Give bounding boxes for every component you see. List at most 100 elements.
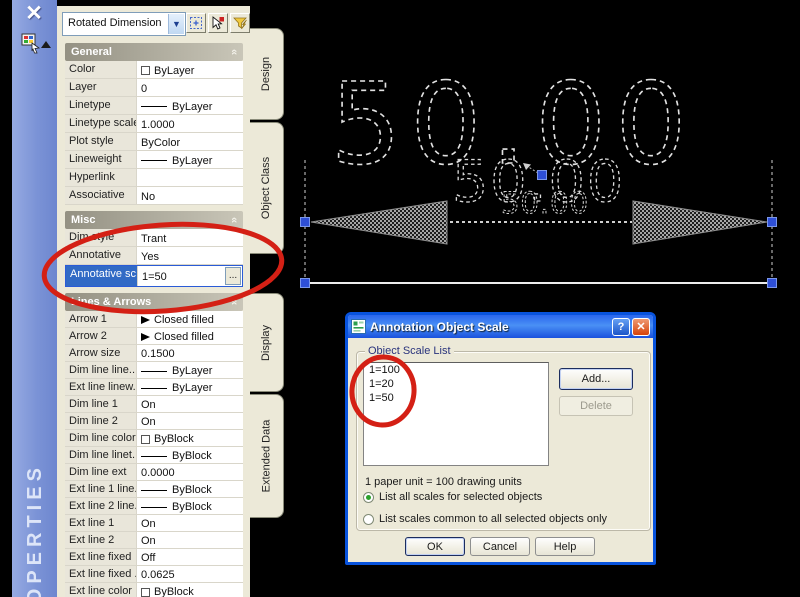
tab-extended-data[interactable]: Extended Data	[250, 394, 284, 518]
scale-list-item[interactable]: 1=20	[364, 377, 548, 391]
radio-unselected-icon[interactable]	[363, 513, 374, 525]
property-row[interactable]: Ext line fixed Off	[65, 549, 243, 566]
radio-list-all-scales[interactable]: List all scales for selected objects	[363, 491, 542, 503]
grip-origin-left[interactable]	[300, 278, 310, 288]
property-value[interactable]: Closed filled	[137, 328, 243, 344]
property-row[interactable]: Hyperlink	[65, 169, 243, 187]
property-row[interactable]: Ext line linew... ByLayer	[65, 379, 243, 396]
dialog-close-button[interactable]: ✕	[632, 317, 650, 336]
ok-button[interactable]: OK	[405, 537, 465, 556]
tab-object-class[interactable]: Object Class	[250, 122, 284, 254]
toggle-pickadd-button[interactable]	[186, 13, 206, 33]
dimension-arrowhead-right[interactable]	[632, 200, 768, 245]
dimension-arrowhead-left[interactable]	[310, 200, 448, 245]
property-row[interactable]: Dim line 1 On	[65, 396, 243, 413]
cancel-button[interactable]: Cancel	[470, 537, 530, 556]
property-value[interactable]: Trant	[137, 229, 243, 246]
scale-list-item[interactable]: 1=50	[364, 391, 548, 405]
property-row[interactable]: Annotative sc... 1=50...	[65, 265, 243, 287]
property-row[interactable]: Ext line 1 On	[65, 515, 243, 532]
property-row[interactable]: Arrow 1 Closed filled	[65, 311, 243, 328]
property-value[interactable]: 0.0000	[137, 464, 243, 480]
property-value[interactable]: ByBlock	[137, 430, 243, 446]
property-value[interactable]: Closed filled	[137, 311, 243, 327]
select-objects-button[interactable]	[208, 13, 228, 33]
property-row[interactable]: Color ByLayer	[65, 61, 243, 79]
add-button[interactable]: Add...	[559, 368, 633, 390]
property-row[interactable]: Layer 0	[65, 79, 243, 97]
scale-list-item[interactable]: 1=100	[364, 363, 548, 377]
help-button[interactable]: Help	[535, 537, 595, 556]
property-value[interactable]	[137, 169, 243, 186]
tab-design[interactable]: Design	[250, 28, 284, 120]
property-value[interactable]: ByBlock	[137, 447, 243, 463]
collapse-chevron-icon[interactable]: «	[225, 299, 243, 305]
tab-display[interactable]: Display	[250, 293, 284, 392]
property-row[interactable]: Ext line color ByBlock	[65, 583, 243, 597]
property-row[interactable]: Arrow 2 Closed filled	[65, 328, 243, 345]
radio-list-common-scales[interactable]: List scales common to all selected objec…	[363, 513, 607, 525]
property-row[interactable]: Annotative Yes	[65, 247, 243, 265]
property-row[interactable]: Dim line line... ByLayer	[65, 362, 243, 379]
collapse-chevron-icon[interactable]: «	[225, 217, 243, 223]
property-row[interactable]: Arrow size 0.1500	[65, 345, 243, 362]
dialog-help-button[interactable]: ?	[612, 317, 630, 336]
property-value[interactable]: On	[137, 532, 243, 548]
property-row[interactable]: Dim style Trant	[65, 229, 243, 247]
property-row[interactable]: Ext line 2 On	[65, 532, 243, 549]
property-row[interactable]: Associative No	[65, 187, 243, 205]
property-value[interactable]: ByLayer	[137, 362, 243, 378]
property-value[interactable]: ByLayer	[137, 97, 243, 114]
grip-text-center[interactable]	[537, 170, 547, 180]
delete-button[interactable]: Delete	[559, 396, 633, 416]
property-row[interactable]: Plot style ByColor	[65, 133, 243, 151]
property-row[interactable]: Dim line color ByBlock	[65, 430, 243, 447]
property-value[interactable]: ByLayer	[137, 151, 243, 168]
property-value[interactable]: 0.1500	[137, 345, 243, 361]
property-row[interactable]: Ext line 1 line... ByBlock	[65, 481, 243, 498]
grip-origin-right[interactable]	[767, 278, 777, 288]
property-row[interactable]: Linetype scale 1.0000	[65, 115, 243, 133]
property-value[interactable]: On	[137, 413, 243, 429]
property-row[interactable]: Dim line linet... ByBlock	[65, 447, 243, 464]
ellipsis-button[interactable]: ...	[225, 267, 241, 285]
property-value[interactable]: ByBlock	[137, 481, 243, 497]
radio-selected-icon[interactable]	[363, 491, 374, 503]
palette-close-icon[interactable]: ✕	[20, 1, 48, 27]
property-value[interactable]: ByColor	[137, 133, 243, 150]
collapse-chevron-icon[interactable]: «	[225, 49, 243, 55]
property-value[interactable]: 1=50...	[138, 266, 242, 286]
combo-dropdown-button[interactable]: ▼	[168, 14, 184, 34]
section-header-lines-arrows[interactable]: Lines & Arrows «	[65, 293, 243, 311]
property-value[interactable]: 0.0625	[137, 566, 243, 582]
property-value[interactable]: ByLayer	[137, 61, 243, 78]
property-value[interactable]: ByLayer	[137, 379, 243, 395]
dimension-text-small[interactable]: 50.00	[501, 186, 589, 221]
object-scale-list[interactable]: 1=100 1=20 1=50	[363, 362, 549, 466]
section-header-misc[interactable]: Misc «	[65, 211, 243, 229]
property-value[interactable]: Yes	[137, 247, 243, 264]
scroll-up-icon[interactable]	[41, 41, 51, 48]
property-value[interactable]: No	[137, 187, 243, 204]
property-value[interactable]: Off	[137, 549, 243, 565]
property-row[interactable]: Ext line fixed ... 0.0625	[65, 566, 243, 583]
quick-select-button[interactable]	[230, 13, 250, 33]
property-row[interactable]: Linetype ByLayer	[65, 97, 243, 115]
section-header-general[interactable]: General «	[65, 43, 243, 61]
properties-panel: Rotated Dimension ▼ General « Color ByLayer…	[57, 6, 250, 597]
grip-dim-left[interactable]	[300, 217, 310, 227]
dialog-titlebar[interactable]: Annotation Object Scale ? ✕	[348, 315, 653, 338]
object-type-select[interactable]: Rotated Dimension ▼	[62, 12, 186, 36]
property-value[interactable]: 0	[137, 79, 243, 96]
property-row[interactable]: Dim line ext 0.0000	[65, 464, 243, 481]
palette-properties-icon[interactable]	[20, 32, 42, 59]
property-row[interactable]: Lineweight ByLayer	[65, 151, 243, 169]
property-row[interactable]: Dim line 2 On	[65, 413, 243, 430]
property-value[interactable]: On	[137, 396, 243, 412]
grip-dim-right[interactable]	[767, 217, 777, 227]
property-value[interactable]: On	[137, 515, 243, 531]
property-value[interactable]: ByBlock	[137, 583, 243, 597]
property-value[interactable]: ByBlock	[137, 498, 243, 514]
property-value[interactable]: 1.0000	[137, 115, 243, 132]
property-row[interactable]: Ext line 2 line... ByBlock	[65, 498, 243, 515]
